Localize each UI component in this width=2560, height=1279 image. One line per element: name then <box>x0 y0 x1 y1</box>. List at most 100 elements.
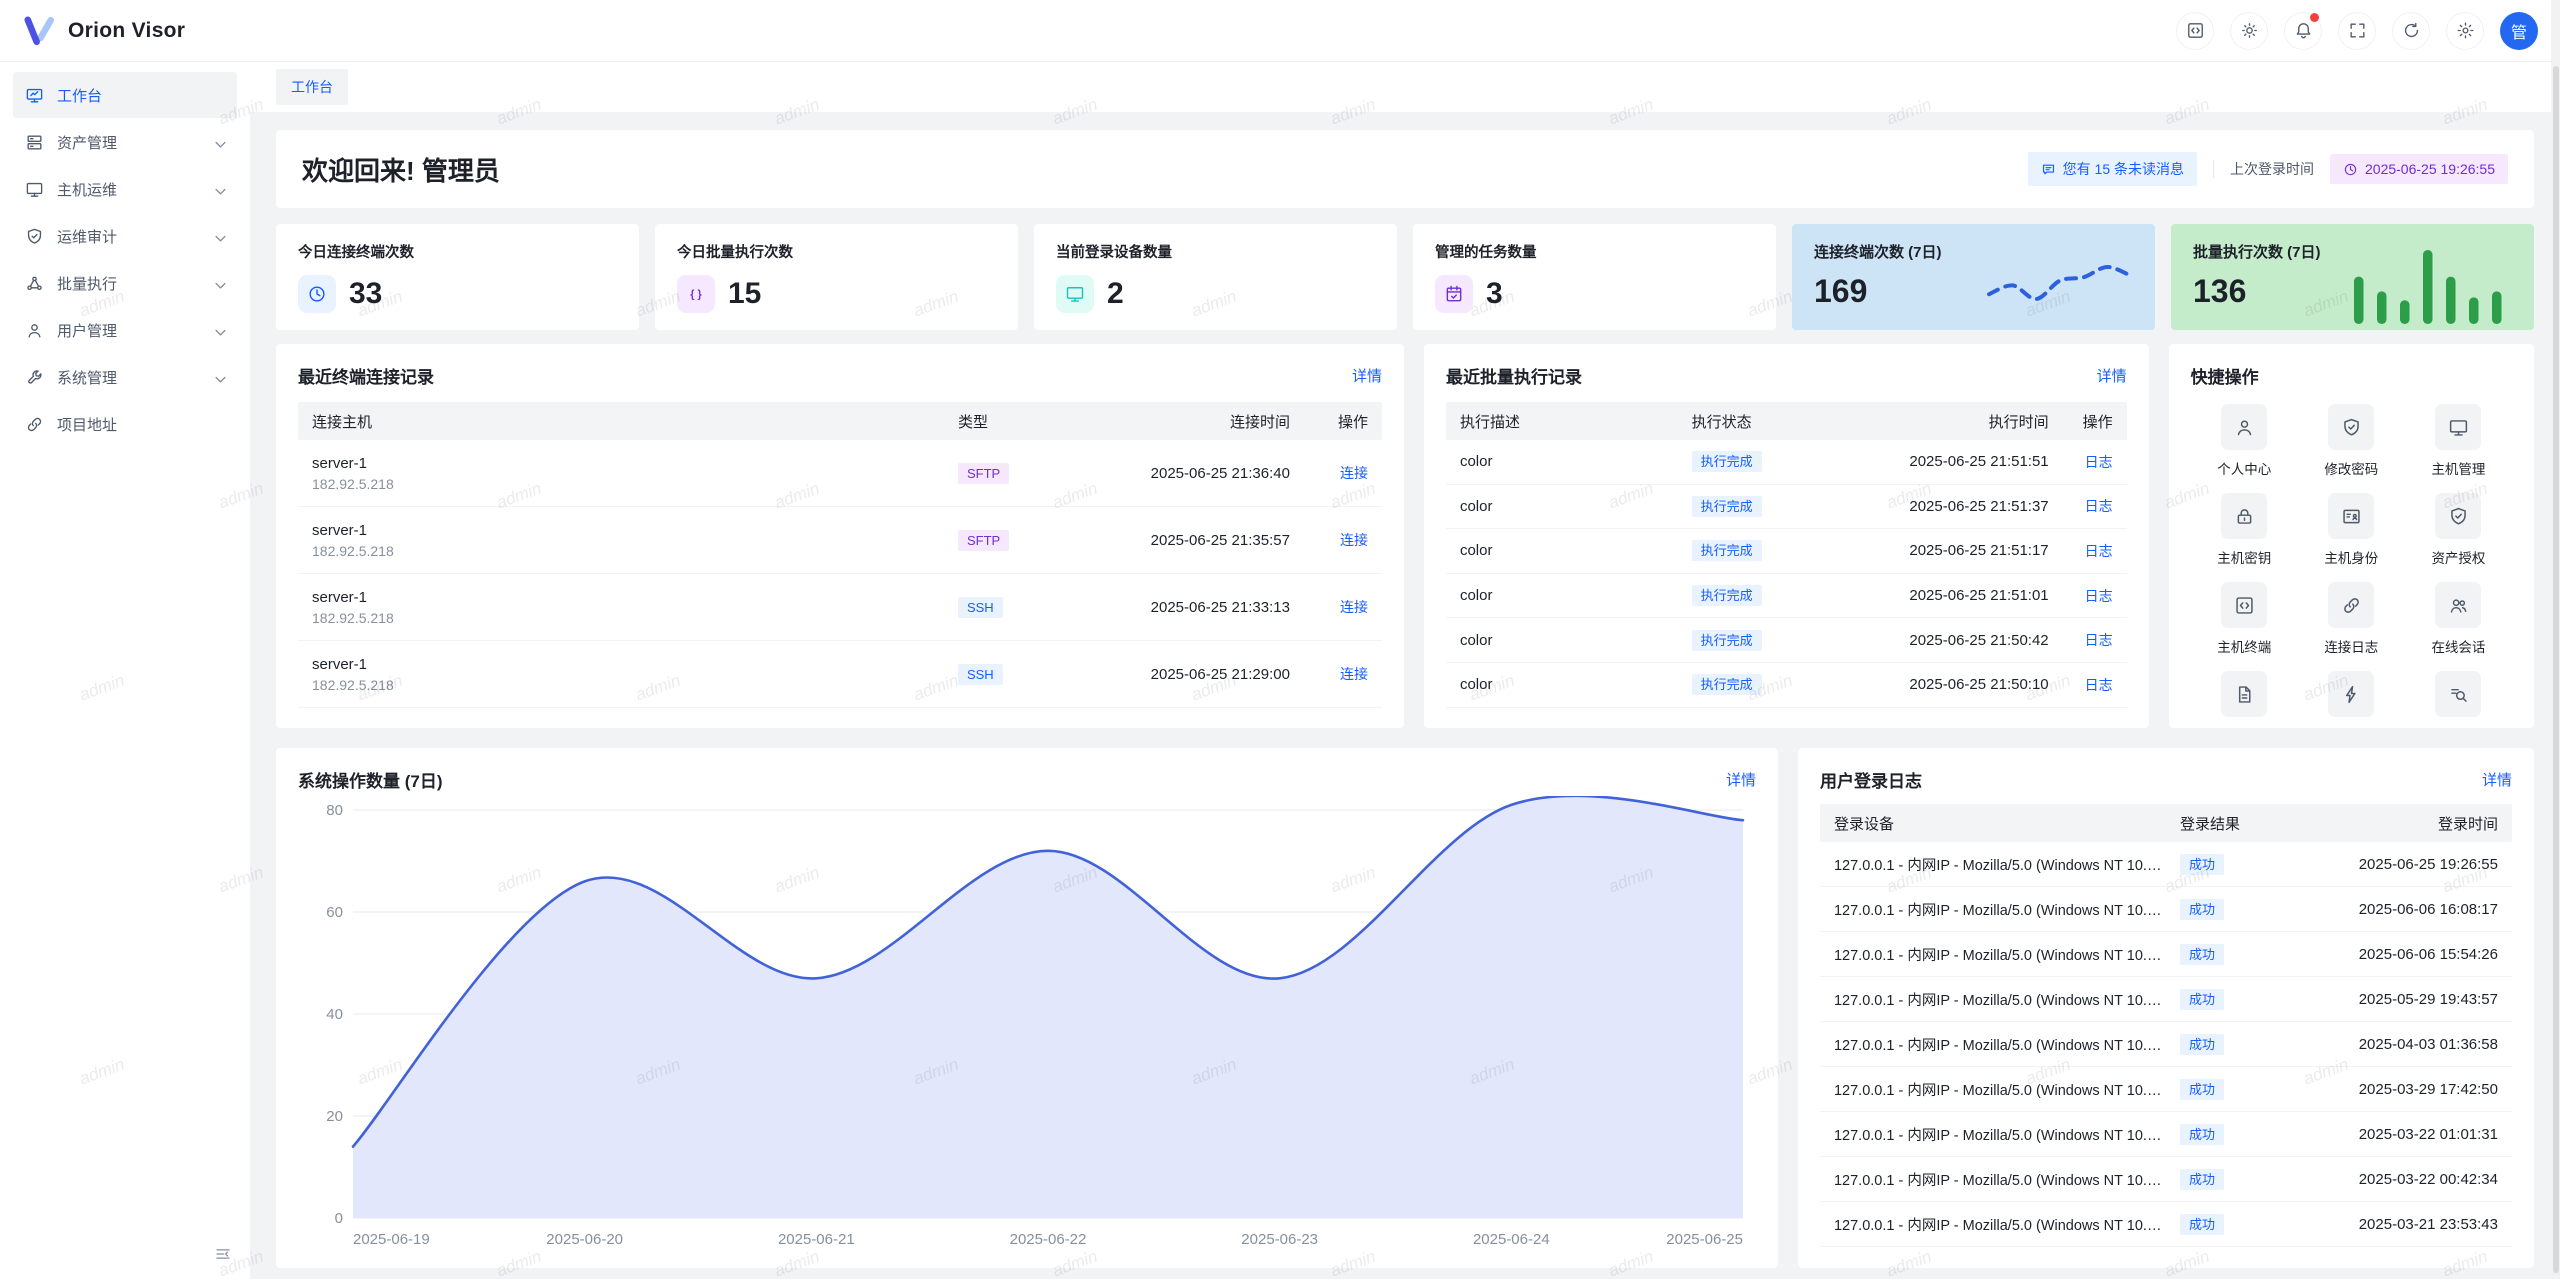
settings-icon <box>2456 21 2475 40</box>
sidebar-item-label: 项目地址 <box>57 414 117 435</box>
terminal-detail-link[interactable]: 详情 <box>1352 365 1382 386</box>
login-time: 2025-03-22 01:01:31 <box>2298 1126 2498 1143</box>
sidebar-item-system-management[interactable]: 系统管理 <box>13 354 237 400</box>
main-area: 工作台 欢迎回来! 管理员 您有 15 条未读消息 上次登录时间 2025-06… <box>250 62 2560 1279</box>
stat-value: 2 <box>1107 277 1124 311</box>
quick-action-host-identity[interactable]: 主机身份 <box>2298 493 2405 567</box>
user-management-icon <box>25 321 44 340</box>
api-button[interactable] <box>2176 12 2214 50</box>
table-row: color执行完成2025-06-25 21:50:10日志 <box>1446 663 2127 708</box>
quick-action-online-session[interactable]: 在线会话 <box>2405 582 2512 656</box>
quick-action-connect-log[interactable]: 连接日志 <box>2298 582 2405 656</box>
svg-text:2025-06-22: 2025-06-22 <box>1010 1231 1087 1248</box>
chevron-down-icon <box>211 182 230 201</box>
settings-button[interactable] <box>2446 12 2484 50</box>
quick-action-host-key[interactable]: 主机密钥 <box>2191 493 2298 567</box>
log-link[interactable]: 日志 <box>2085 454 2113 470</box>
quick-action-host-management[interactable]: 主机管理 <box>2405 404 2512 478</box>
refresh-button[interactable] <box>2392 12 2430 50</box>
sidebar-item-label: 资产管理 <box>57 132 117 153</box>
connect-link[interactable]: 连接 <box>1340 532 1368 548</box>
status-tag: 执行完成 <box>1692 585 1762 606</box>
panel-title: 最近批量执行记录 <box>1446 363 1582 388</box>
login-device: 127.0.0.1 - 内网IP - Mozilla/5.0 (Windows … <box>1834 1079 2180 1100</box>
exec-desc: color <box>1460 542 1692 559</box>
sidebar-collapse-button[interactable] <box>210 1241 236 1267</box>
orion-visor-logo-icon <box>22 16 56 46</box>
exec-time: 2025-06-25 21:50:42 <box>1824 632 2049 649</box>
connect-time: 2025-06-25 21:29:00 <box>1050 666 1290 683</box>
login-detail-link[interactable]: 详情 <box>2482 769 2512 790</box>
scrollbar-thumb[interactable] <box>2553 66 2559 1273</box>
quick-action-label: 主机身份 <box>2324 547 2378 567</box>
host-ops-icon <box>25 180 44 199</box>
table-header: 连接主机类型连接时间操作 <box>298 402 1382 440</box>
quick-action-host-terminal[interactable]: 主机终端 <box>2191 582 2298 656</box>
quick-action-label: 个人中心 <box>2217 458 2271 478</box>
log-link[interactable]: 日志 <box>2085 543 2113 559</box>
exec-log-icon <box>2448 684 2469 705</box>
quick-action-personal-center[interactable]: 个人中心 <box>2191 404 2298 478</box>
stat-value: 3 <box>1486 277 1503 311</box>
user-avatar[interactable]: 管 <box>2500 12 2538 50</box>
api-icon <box>2186 21 2205 40</box>
login-device: 127.0.0.1 - 内网IP - Mozilla/5.0 (Windows … <box>1834 989 2180 1010</box>
exec-detail-link[interactable]: 详情 <box>2097 365 2127 386</box>
sidebar-item-asset-management[interactable]: 资产管理 <box>13 119 237 165</box>
log-link[interactable]: 日志 <box>2085 588 2113 604</box>
log-link[interactable]: 日志 <box>2085 632 2113 648</box>
quick-action-exec-log[interactable]: 执行日志 <box>2405 671 2512 728</box>
quick-action-asset-authorization[interactable]: 资产授权 <box>2405 493 2512 567</box>
online-session-icon <box>2448 595 2469 616</box>
chart-detail-link[interactable]: 详情 <box>1726 769 1756 790</box>
notification-button[interactable] <box>2284 12 2322 50</box>
panel-title: 用户登录日志 <box>1820 767 1922 792</box>
host-ip: 182.92.5.218 <box>312 543 958 559</box>
login-time: 2025-06-25 19:26:55 <box>2298 856 2498 873</box>
welcome-right: 您有 15 条未读消息 上次登录时间 2025-06-25 19:26:55 <box>2028 152 2508 186</box>
sidebar-item-ops-audit[interactable]: 运维审计 <box>13 213 237 259</box>
connect-link[interactable]: 连接 <box>1340 465 1368 481</box>
table-row: color执行完成2025-06-25 21:51:37日志 <box>1446 485 2127 530</box>
exec-time: 2025-06-25 21:51:37 <box>1824 498 2049 515</box>
svg-text:2025-06-21: 2025-06-21 <box>778 1231 855 1248</box>
batch-exec-panel: 最近批量执行记录 详情 执行描述执行状态执行时间操作color执行完成2025-… <box>1424 344 2149 728</box>
batch-executions-7d-card: 批量执行次数 (7日) 136 <box>2171 224 2534 330</box>
system-management-icon <box>25 368 44 387</box>
svg-text:2025-06-19: 2025-06-19 <box>353 1231 430 1248</box>
stat-value: 33 <box>349 277 382 311</box>
sidebar-item-project-link[interactable]: 项目地址 <box>13 401 237 447</box>
table-row: color执行完成2025-06-25 21:51:17日志 <box>1446 529 2127 574</box>
log-link[interactable]: 日志 <box>2085 677 2113 693</box>
exec-desc: color <box>1460 498 1692 515</box>
connect-link[interactable]: 连接 <box>1340 599 1368 615</box>
braces-icon: { } <box>686 284 706 304</box>
theme-button[interactable] <box>2230 12 2268 50</box>
log-link[interactable]: 日志 <box>2085 498 2113 514</box>
connect-time: 2025-06-25 21:33:13 <box>1050 599 1290 616</box>
type-tag: SFTP <box>958 463 1009 484</box>
unread-messages-badge[interactable]: 您有 15 条未读消息 <box>2028 152 2197 186</box>
fullscreen-button[interactable] <box>2338 12 2376 50</box>
login-time: 2025-04-03 01:36:58 <box>2298 1036 2498 1053</box>
col-header: 执行描述 <box>1460 411 1692 432</box>
sidebar-item-user-management[interactable]: 用户管理 <box>13 307 237 353</box>
sidebar-item-host-ops[interactable]: 主机运维 <box>13 166 237 212</box>
quick-action-label: 修改密码 <box>2324 458 2378 478</box>
quick-action-change-password[interactable]: 修改密码 <box>2298 404 2405 478</box>
breadcrumb-item-workbench[interactable]: 工作台 <box>276 69 348 105</box>
svg-text:2025-06-23: 2025-06-23 <box>1241 1231 1318 1248</box>
col-header: 操作 <box>1290 411 1368 432</box>
type-tag: SSH <box>958 597 1003 618</box>
result-tag: 成功 <box>2180 1079 2224 1100</box>
sidebar-item-workbench[interactable]: 工作台 <box>13 72 237 118</box>
terminal-connections-panel: 最近终端连接记录 详情 连接主机类型连接时间操作server-1182.92.5… <box>276 344 1404 728</box>
quick-action-file-operation-log[interactable]: 文件操作日志 <box>2191 671 2298 728</box>
connect-link[interactable]: 连接 <box>1340 666 1368 682</box>
login-device: 127.0.0.1 - 内网IP - Mozilla/5.0 (Windows … <box>1834 944 2180 965</box>
refresh-icon <box>2402 21 2421 40</box>
quick-action-command-exec[interactable]: 命令执行 <box>2298 671 2405 728</box>
col-header: 执行状态 <box>1692 411 1824 432</box>
panel-title: 最近终端连接记录 <box>298 363 434 388</box>
sidebar-item-batch-exec[interactable]: 批量执行 <box>13 260 237 306</box>
